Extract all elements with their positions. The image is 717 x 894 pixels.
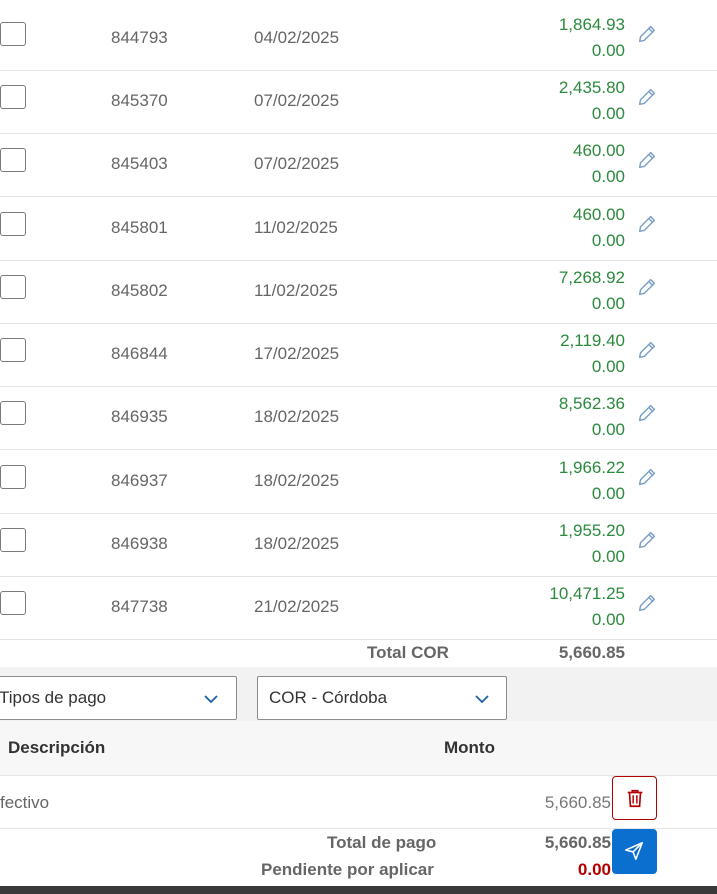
bottom-bar xyxy=(0,886,717,894)
payments-table-header: Descripción Monto xyxy=(0,721,717,776)
invoice-amount: 2,435.80 xyxy=(558,78,625,97)
payment-amount: 5,660.85 xyxy=(544,793,611,812)
invoice-amount: 10,471.25 xyxy=(549,584,625,603)
invoice-row: 845801 11/02/2025 460.00 0.00 xyxy=(0,197,717,261)
invoice-amount: 460.00 xyxy=(573,141,625,160)
send-payment-button[interactable] xyxy=(612,829,657,874)
pencil-icon[interactable] xyxy=(636,339,658,361)
invoice-number: 844793 xyxy=(111,28,168,47)
invoice-row: 845802 11/02/2025 7,268.92 0.00 xyxy=(0,260,717,324)
invoice-date: 18/02/2025 xyxy=(254,534,340,553)
invoice-row: 846937 18/02/2025 1,966.22 0.00 xyxy=(0,450,717,514)
invoice-date: 18/02/2025 xyxy=(254,407,340,426)
pencil-icon[interactable] xyxy=(636,23,658,45)
payment-type-value: Tipos de pago xyxy=(0,688,107,707)
applied-amount: 0.00 xyxy=(591,420,625,439)
invoice-row: 845370 07/02/2025 2,435.80 0.00 xyxy=(0,70,717,134)
total-row: Total COR 5,660.85 xyxy=(0,639,717,667)
row-checkbox[interactable] xyxy=(0,22,26,46)
payment-summary: Total de pago 5,660.85 Pendiente por apl… xyxy=(0,829,717,884)
invoice-number: 845403 xyxy=(111,154,168,173)
invoice-number: 845370 xyxy=(111,91,168,110)
paper-plane-icon xyxy=(624,841,644,861)
invoice-date: 21/02/2025 xyxy=(254,597,340,616)
invoice-number: 847738 xyxy=(111,597,168,616)
invoice-number: 846937 xyxy=(111,471,168,490)
applied-amount: 0.00 xyxy=(591,610,625,629)
filter-bar: Tipos de pago COR - Córdoba xyxy=(0,667,717,721)
row-checkbox[interactable] xyxy=(0,401,26,425)
invoice-date: 07/02/2025 xyxy=(254,91,340,110)
payment-description: fectivo xyxy=(0,793,50,812)
invoice-number: 846935 xyxy=(111,407,168,426)
applied-amount: 0.00 xyxy=(591,41,625,60)
applied-amount: 0.00 xyxy=(591,547,625,566)
row-checkbox[interactable] xyxy=(0,465,26,489)
row-checkbox[interactable] xyxy=(0,338,26,362)
invoice-number: 845801 xyxy=(111,218,168,237)
delete-payment-button[interactable] xyxy=(612,776,657,820)
invoice-amount: 1,955.20 xyxy=(558,521,625,540)
pencil-icon[interactable] xyxy=(636,402,658,424)
pencil-icon[interactable] xyxy=(636,276,658,298)
applied-amount: 0.00 xyxy=(591,231,625,250)
invoice-date: 11/02/2025 xyxy=(254,218,338,237)
pencil-icon[interactable] xyxy=(636,592,658,614)
invoice-amount: 8,562.36 xyxy=(558,394,625,413)
invoice-number: 846938 xyxy=(111,534,168,553)
trash-icon xyxy=(627,789,643,808)
total-payment-value: 5,660.85 xyxy=(544,833,611,852)
pending-label: Pendiente por aplicar xyxy=(261,860,434,879)
chevron-down-icon xyxy=(475,695,489,704)
payment-row: fectivo 5,660.85 xyxy=(0,776,717,829)
invoice-date: 17/02/2025 xyxy=(254,344,340,363)
invoice-number: 845802 xyxy=(111,281,168,300)
row-checkbox[interactable] xyxy=(0,148,26,172)
pencil-icon[interactable] xyxy=(636,86,658,108)
invoice-date: 07/02/2025 xyxy=(254,154,340,173)
column-amount: Monto xyxy=(444,738,495,757)
row-checkbox[interactable] xyxy=(0,591,26,615)
invoice-amount: 1,966.22 xyxy=(558,458,625,477)
chevron-down-icon xyxy=(204,695,218,704)
applied-amount: 0.00 xyxy=(591,167,625,186)
invoice-amount: 7,268.92 xyxy=(558,268,625,287)
invoice-row: 845403 07/02/2025 460.00 0.00 xyxy=(0,133,717,197)
invoice-row: 844793 04/02/2025 1,864.93 0.00 xyxy=(0,7,717,71)
invoice-number: 846844 xyxy=(111,344,168,363)
invoice-date: 04/02/2025 xyxy=(254,28,340,47)
pencil-icon[interactable] xyxy=(636,213,658,235)
invoice-amount: 2,119.40 xyxy=(560,331,625,350)
total-payment-label: Total de pago xyxy=(327,833,437,852)
row-checkbox[interactable] xyxy=(0,85,26,109)
currency-select[interactable]: COR - Córdoba xyxy=(257,676,507,720)
pencil-icon[interactable] xyxy=(636,466,658,488)
pencil-icon[interactable] xyxy=(636,529,658,551)
applied-amount: 0.00 xyxy=(591,294,625,313)
applied-amount: 0.00 xyxy=(591,484,625,503)
total-value: 5,660.85 xyxy=(558,643,625,662)
pending-value: 0.00 xyxy=(577,860,611,879)
row-checkbox[interactable] xyxy=(0,212,26,236)
applied-amount: 0.00 xyxy=(591,357,625,376)
invoice-row: 846935 18/02/2025 8,562.36 0.00 xyxy=(0,386,717,450)
payment-type-select[interactable]: Tipos de pago xyxy=(0,676,237,720)
invoice-amount: 460.00 xyxy=(573,205,625,224)
invoice-row: 847738 21/02/2025 10,471.25 0.00 xyxy=(0,576,717,640)
invoice-date: 18/02/2025 xyxy=(254,471,340,490)
column-description: Descripción xyxy=(8,738,106,757)
invoice-date: 11/02/2025 xyxy=(254,281,338,300)
invoice-row: 846844 17/02/2025 2,119.40 0.00 xyxy=(0,323,717,387)
row-checkbox[interactable] xyxy=(0,528,26,552)
invoice-row: 846938 18/02/2025 1,955.20 0.00 xyxy=(0,513,717,577)
total-label: Total COR xyxy=(367,643,449,662)
applied-amount: 0.00 xyxy=(591,104,625,123)
pencil-icon[interactable] xyxy=(636,149,658,171)
currency-value: COR - Córdoba xyxy=(269,688,388,707)
invoice-amount: 1,864.93 xyxy=(558,15,625,34)
row-checkbox[interactable] xyxy=(0,275,26,299)
